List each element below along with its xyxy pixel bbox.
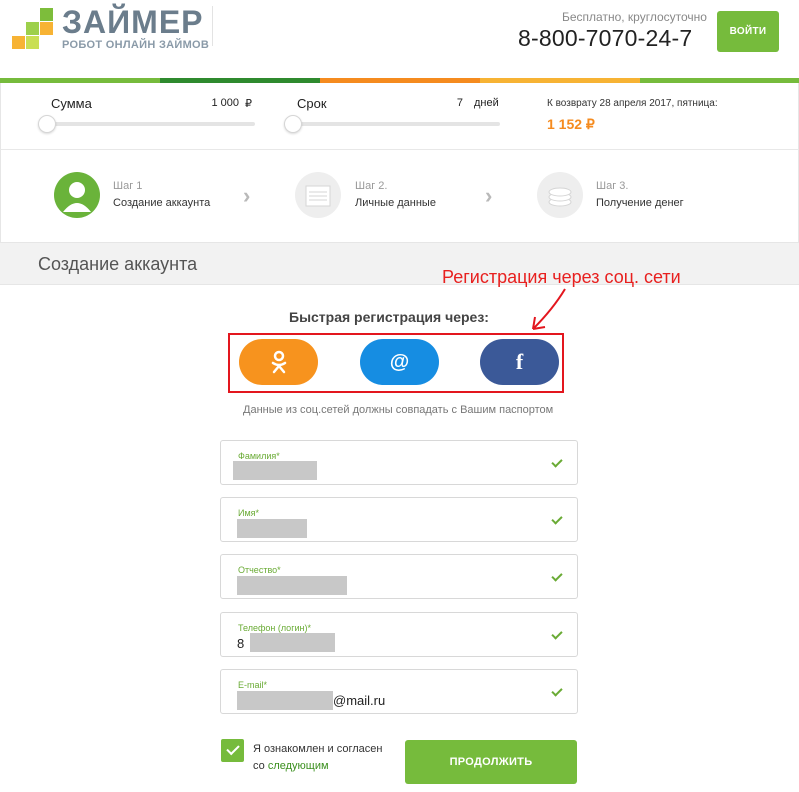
term-slider-handle[interactable] [284,115,302,133]
term-label: Срок [297,96,327,111]
step-1-number: Шаг 1 [113,180,143,192]
patronymic-label: Отчество* [238,565,281,575]
check-icon [551,513,563,525]
return-amount: 1 152 ₽ [547,116,595,132]
logo-subtitle: РОБОТ ОНЛАЙН ЗАЙМОВ [62,39,210,51]
user-icon [54,172,100,218]
email-domain: @mail.ru [333,693,386,708]
odnoklassniki-icon [271,350,286,374]
phone-value [250,633,335,652]
term-unit: дней [474,97,499,109]
header: ЗАЙМЕР РОБОТ ОНЛАЙН ЗАЙМОВ Бесплатно, кр… [0,0,799,78]
email-value [237,691,333,710]
patronymic-field[interactable]: Отчество* [220,554,578,599]
sum-label: Сумма [51,96,92,111]
return-label: К возврату 28 апреля 2017, пятница: [547,98,718,109]
step-3-name: Получение денег [596,197,684,209]
email-label: E-mail* [238,680,268,690]
step-3-number: Шаг 3. [596,180,629,192]
section-title: Создание аккаунта [38,254,198,274]
logo-divider [212,6,213,46]
patronymic-value [237,576,347,595]
logo-title: ЗАЙМЕР [62,4,204,40]
firstname-label: Имя* [238,508,260,518]
step-1-name: Создание аккаунта [113,197,211,209]
money-icon [537,172,583,218]
agree-terms-link[interactable]: следующим [268,760,329,772]
agree-text-main: Я ознакомлен и согласен [253,743,383,755]
sum-unit: ₽ [245,98,252,110]
sum-value: 1 000 [211,97,239,109]
document-icon [295,172,341,218]
odnoklassniki-button[interactable] [239,339,318,385]
agree-checkbox[interactable] [221,739,244,762]
social-note: Данные из соц.сетей должны совпадать с В… [243,404,554,416]
check-icon [551,685,563,697]
header-tagline: Бесплатно, круглосуточно [562,10,707,24]
term-slider-track[interactable] [284,122,500,126]
steps-progress: Шаг 1 Создание аккаунта › Шаг 2. Личные … [0,149,799,242]
lastname-label: Фамилия* [238,451,280,461]
login-button[interactable]: ВОЙТИ [717,11,779,52]
term-value: 7 [456,97,463,109]
email-field[interactable]: E-mail* @mail.ru [220,669,578,714]
step-2-name: Личные данные [355,197,436,209]
phone-value-prefix: 8 [237,636,245,651]
sum-slider-handle[interactable] [38,115,56,133]
facebook-button[interactable]: f [480,339,559,385]
chevron-right-icon: › [485,183,493,208]
header-phone[interactable]: 8-800-7070-24-7 [518,25,692,52]
loan-calculator: Сумма 1 000 ₽ Срок 7 дней К возврату 28 … [0,83,799,149]
chevron-right-icon: › [243,183,251,208]
mailru-button[interactable]: @ [360,339,439,385]
logo[interactable]: ЗАЙМЕР РОБОТ ОНЛАЙН ЗАЙМОВ [12,4,212,51]
lastname-value [233,461,317,480]
check-icon [551,628,563,640]
lastname-field[interactable]: Фамилия* [220,440,578,485]
check-icon [551,570,563,582]
phone-field[interactable]: Телефон (логин)* 8 8 [220,612,578,657]
check-icon [551,456,563,468]
annotation-arrow-icon [532,288,566,330]
fast-registration-title: Быстрая регистрация через: [289,309,489,325]
continue-button[interactable]: ПРОДОЛЖИТЬ [405,740,577,784]
firstname-value [237,519,307,538]
logo-mark-icon [12,6,56,50]
step-2-number: Шаг 2. [355,180,388,192]
phone-label: Телефон (логин)* [238,623,311,633]
sum-slider-track[interactable] [39,122,255,126]
firstname-field[interactable]: Имя* [220,497,578,542]
agree-text: Я ознакомлен и согласен со следующим [253,741,382,775]
agree-text-prefix: со [253,760,265,772]
